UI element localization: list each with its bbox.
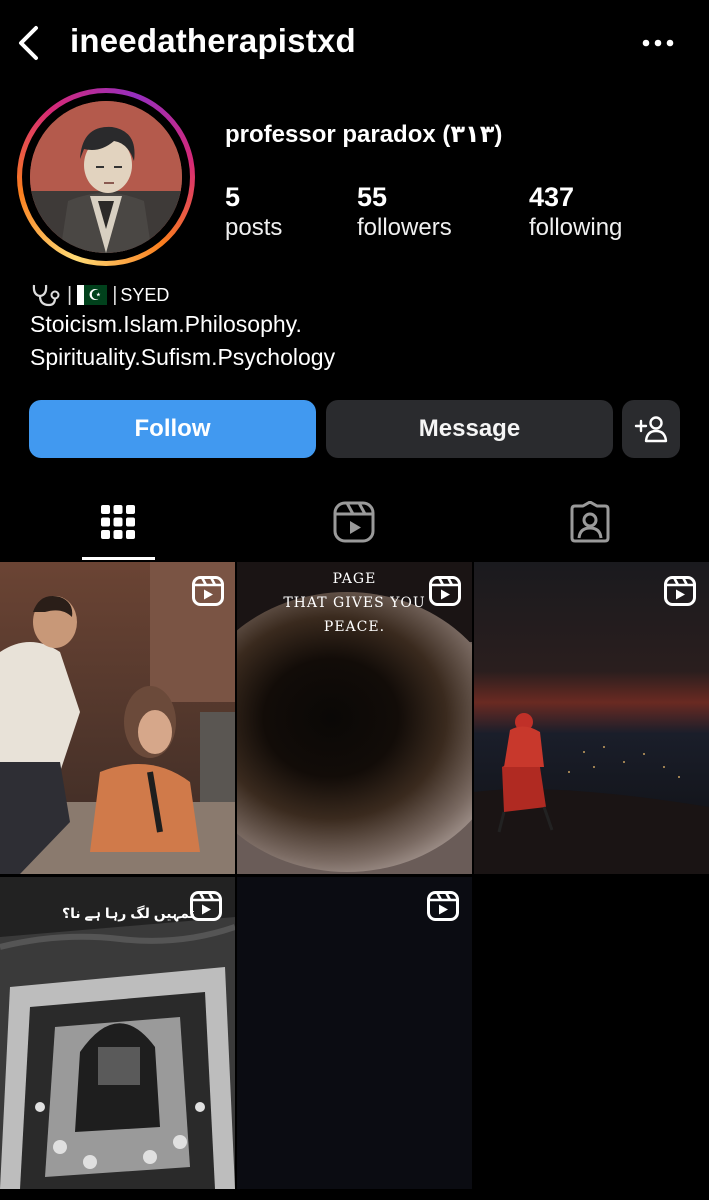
reel-indicator-icon: [664, 576, 696, 606]
post-tile[interactable]: تمہیں لگ رہا ہے نا؟: [0, 877, 235, 1189]
reel-indicator-icon: [429, 576, 461, 606]
more-options-button[interactable]: [640, 30, 676, 56]
following-label: following: [529, 214, 623, 241]
bio-line-1: | | SYED: [30, 282, 690, 309]
followers-label: followers: [357, 214, 452, 241]
reels-icon: [333, 501, 375, 543]
chevron-left-icon: [19, 26, 38, 60]
active-tab-indicator: [82, 557, 155, 560]
avatar-illustration: [30, 101, 182, 253]
add-user-icon: [634, 416, 668, 443]
top-bar: ineedatherapistxd: [0, 0, 709, 86]
post-thumbnail: [0, 562, 235, 874]
reel-indicator-icon: [190, 891, 222, 921]
tagged-person-icon: [570, 501, 610, 543]
posts-count: 5: [225, 182, 241, 212]
post-tile[interactable]: [0, 562, 235, 874]
tab-reels[interactable]: [236, 484, 472, 560]
story-ring[interactable]: [17, 88, 195, 266]
grid-icon: [101, 505, 135, 539]
tab-grid[interactable]: [0, 484, 236, 560]
add-user-button[interactable]: [622, 400, 680, 458]
post-thumbnail: [474, 562, 709, 874]
bio-line-2: Stoicism.Islam.Philosophy.: [30, 311, 302, 337]
posts-label: posts: [225, 214, 283, 241]
post-tile[interactable]: [237, 877, 472, 1189]
followers-stat[interactable]: 55 followers: [357, 182, 452, 244]
avatar: [30, 101, 182, 253]
bio-line-3: Spirituality.Sufism.Psychology: [30, 344, 336, 370]
profile-username: ineedatherapistxd: [70, 22, 356, 59]
profile-tabs: [0, 484, 709, 560]
post-tile[interactable]: [474, 562, 709, 874]
post-overlay-text: تمہیں لگ رہا ہے نا؟: [62, 905, 195, 921]
pakistan-flag-icon: [77, 283, 108, 309]
bio-name-text: SYED: [120, 285, 170, 305]
tab-tagged[interactable]: [472, 484, 708, 560]
stethoscope-icon: [32, 284, 60, 307]
profile-display-name: professor paradox (٣١٣): [225, 121, 503, 148]
back-button[interactable]: [14, 24, 44, 62]
following-count: 437: [529, 182, 575, 212]
profile-bio: | | SYED Stoicism.Islam.Philosophy. Spir…: [30, 282, 690, 374]
post-thumbnail: [0, 877, 235, 1189]
reel-indicator-icon: [192, 576, 224, 606]
following-stat[interactable]: 437 following: [529, 182, 622, 244]
post-tile[interactable]: PAGE THAT GIVES YOU PEACE.: [237, 562, 472, 874]
message-button[interactable]: Message: [326, 400, 613, 458]
follow-button[interactable]: Follow: [29, 400, 316, 458]
followers-count: 55: [357, 182, 388, 212]
reel-indicator-icon: [427, 891, 459, 921]
posts-stat[interactable]: 5 posts: [225, 182, 282, 244]
more-horizontal-icon: [642, 39, 674, 47]
